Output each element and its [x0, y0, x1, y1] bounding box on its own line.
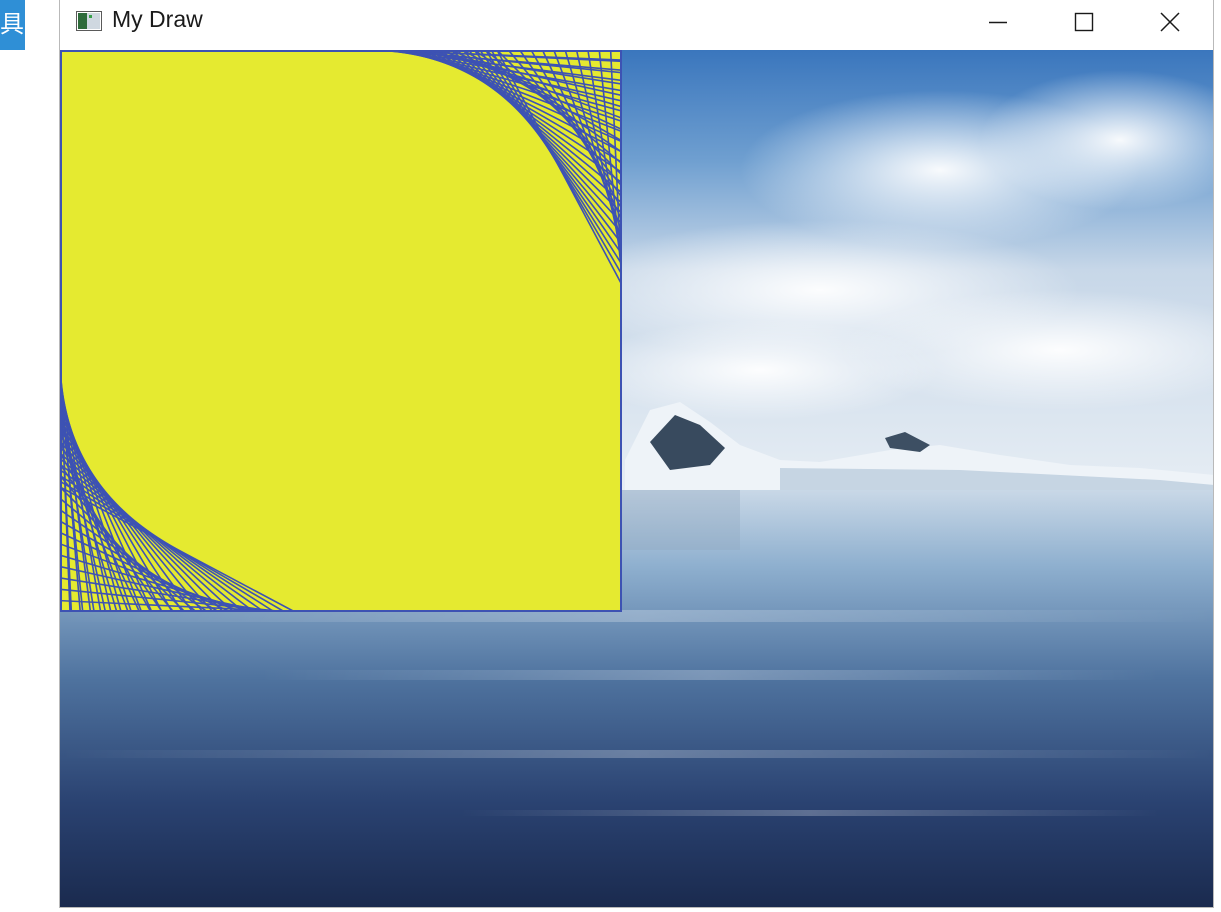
maximize-button[interactable]: [1041, 0, 1127, 44]
close-button[interactable]: [1127, 0, 1213, 44]
maximize-icon: [1074, 12, 1094, 32]
title-bar[interactable]: My Draw: [60, 0, 1213, 50]
window-title: My Draw: [112, 6, 203, 32]
side-chip-text: 具: [0, 11, 24, 38]
string-art-panel[interactable]: [60, 50, 622, 612]
minimize-button[interactable]: [955, 0, 1041, 44]
side-chip: 具: [0, 0, 25, 50]
close-icon: [1160, 12, 1180, 32]
minimize-icon: [989, 21, 1007, 24]
drawing-canvas[interactable]: [60, 50, 1213, 907]
app-window-icon: [76, 11, 102, 31]
app-window: My Draw: [59, 0, 1214, 908]
